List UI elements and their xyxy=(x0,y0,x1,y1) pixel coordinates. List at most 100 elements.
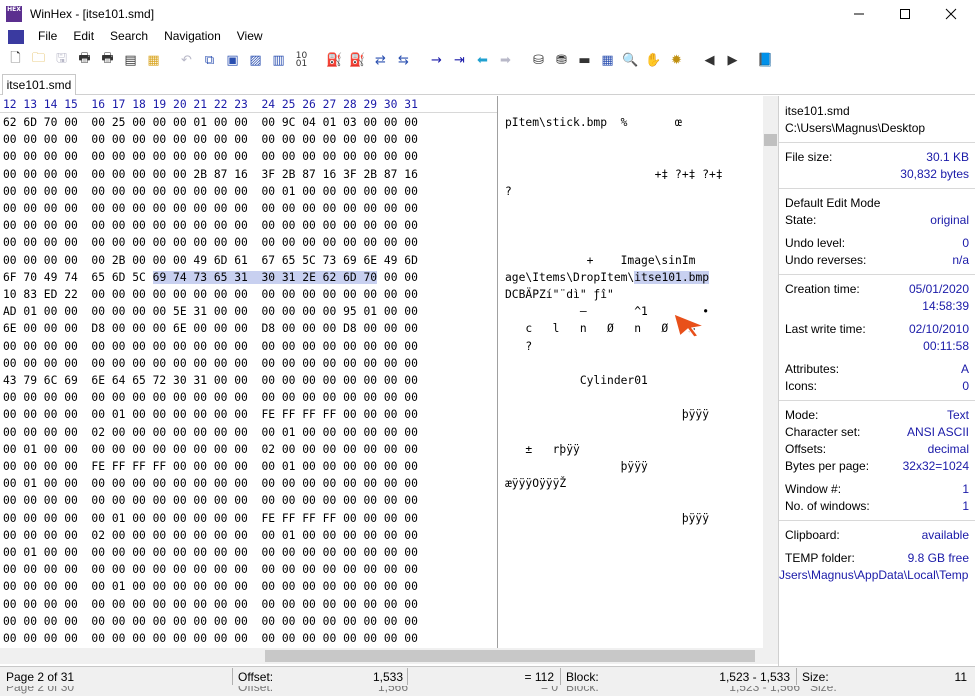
hex-row[interactable]: 00 00 00 00 00 2B 00 00 00 49 6D 61 67 6… xyxy=(3,252,418,269)
text-row[interactable]: +‡ ?+‡ ?+‡ xyxy=(505,166,723,183)
hex-row[interactable]: 00 00 00 00 00 01 00 00 00 00 00 00 FE F… xyxy=(3,406,418,423)
text-row[interactable]: þÿÿÿ xyxy=(505,510,709,527)
magnifier-icon[interactable]: 🔍 xyxy=(619,49,642,71)
hex-row[interactable]: 00 00 00 00 00 00 00 00 00 00 00 00 00 0… xyxy=(3,596,418,613)
horizontal-scrollbar[interactable] xyxy=(0,648,778,664)
hex-row[interactable]: 00 00 00 00 00 00 00 00 00 00 00 00 00 0… xyxy=(3,217,418,234)
hex-row[interactable]: 00 01 00 00 00 00 00 00 00 00 00 00 00 0… xyxy=(3,475,418,492)
goto-page-icon[interactable]: ⇥ xyxy=(448,49,471,71)
text-row[interactable]: ± rþÿÿ xyxy=(505,441,579,458)
text-row[interactable]: age\Items\DropItem\itse101.bmp xyxy=(505,269,710,286)
hex-row[interactable]: 43 79 6C 69 6E 64 65 72 30 31 00 00 00 0… xyxy=(3,372,418,389)
undo-icon[interactable]: ↶ xyxy=(175,49,198,71)
hex-row[interactable]: 00 00 00 00 00 00 00 00 00 00 00 00 00 0… xyxy=(3,338,418,355)
text-selection[interactable]: itse101.bmp xyxy=(634,270,710,284)
hex-row[interactable]: 00 00 00 00 00 00 00 00 00 00 00 00 00 0… xyxy=(3,613,418,630)
hex-row[interactable]: 00 00 00 00 00 01 00 00 00 00 00 00 FE F… xyxy=(3,510,418,527)
window-title: WinHex - [itse101.smd] xyxy=(30,6,155,21)
text-row[interactable]: DCBÄPZí"¨dì" ƒî" xyxy=(505,286,614,303)
new-file-icon[interactable]: 🗋 xyxy=(4,49,27,71)
text-row[interactable]: ? xyxy=(505,338,532,355)
goto-offset-icon[interactable]: → xyxy=(425,49,448,71)
hex-selection[interactable]: 69 74 73 65 31 30 31 2E 62 6D 70 xyxy=(152,270,378,284)
hex-row[interactable]: 00 00 00 00 00 00 00 00 00 2B 87 16 3F 2… xyxy=(3,166,418,183)
minimize-button[interactable] xyxy=(836,0,882,27)
hex-row[interactable]: 00 00 00 00 00 00 00 00 00 00 00 00 00 0… xyxy=(3,131,418,148)
hex-row[interactable]: 00 00 00 00 00 00 00 00 00 00 00 00 00 0… xyxy=(3,389,418,406)
disk-icon[interactable]: ⛁ xyxy=(527,49,550,71)
hex-row[interactable]: 6F 70 49 74 65 6D 5C 69 74 73 65 31 30 3… xyxy=(3,269,418,286)
find-text-icon[interactable]: ⛽ xyxy=(323,49,346,71)
hex-row[interactable]: 00 00 00 00 00 00 00 00 00 00 00 00 00 0… xyxy=(3,234,418,251)
hex-row[interactable]: 00 00 00 00 00 00 00 00 00 00 00 00 00 0… xyxy=(3,492,418,509)
copy-icon[interactable]: ⧉ xyxy=(198,49,221,71)
hex-row[interactable]: 00 00 00 00 00 00 00 00 00 00 00 00 00 0… xyxy=(3,200,418,217)
calculator-icon[interactable]: ▦ xyxy=(596,49,619,71)
text-row[interactable]: æÿÿÿOÿÿÿŽ xyxy=(505,475,566,492)
text-pane[interactable]: pItem\stick.bmp % œ +‡ ?+‡ ?+‡? + Image\… xyxy=(498,96,764,648)
disk-clone-icon[interactable]: ⛃ xyxy=(550,49,573,71)
hex-row[interactable]: 00 00 00 00 02 00 00 00 00 00 00 00 00 0… xyxy=(3,424,418,441)
previous-icon[interactable]: ◀ xyxy=(698,49,721,71)
hex-row[interactable]: 00 00 00 00 FE FF FF FF 00 00 00 00 00 0… xyxy=(3,458,418,475)
find-hex-icon[interactable]: ⛽ xyxy=(346,49,369,71)
settings-gear-icon[interactable]: ✹ xyxy=(665,49,688,71)
hex-row[interactable]: 00 01 00 00 00 00 00 00 00 00 00 00 00 0… xyxy=(3,544,418,561)
hex-row[interactable]: 6E 00 00 00 D8 00 00 00 6E 00 00 00 D8 0… xyxy=(3,320,418,337)
info-undo-reverses: Undo reverses: n/a xyxy=(785,253,969,267)
hex-row[interactable]: 00 00 00 00 00 00 00 00 00 00 00 00 00 0… xyxy=(3,561,418,578)
menu-navigation[interactable]: Navigation xyxy=(156,27,229,46)
hex-row[interactable]: 00 00 00 00 00 00 00 00 00 00 00 00 00 0… xyxy=(3,148,418,165)
text-row[interactable]: þÿÿÿ xyxy=(505,458,648,475)
copy-block-icon[interactable]: ▣ xyxy=(221,49,244,71)
disabled-tool-icon[interactable]: ✋ xyxy=(642,49,665,71)
text-row[interactable]: c l n Ø n Ø Ø xyxy=(505,320,695,337)
hex-pane[interactable]: 12 13 14 15 16 17 18 19 20 21 22 23 24 2… xyxy=(0,96,498,648)
open-folder-icon[interactable]: 🗀 xyxy=(27,49,50,71)
document-icon[interactable] xyxy=(8,29,24,44)
tab-itse101[interactable]: itse101.smd xyxy=(2,74,76,95)
text-row[interactable]: ? xyxy=(505,183,512,200)
info-file-size: File size: 30.1 KB xyxy=(785,150,969,164)
ram-icon[interactable]: ▬ xyxy=(573,49,596,71)
text-row[interactable]: pItem\stick.bmp % œ xyxy=(505,114,682,131)
close-button[interactable] xyxy=(928,0,974,27)
open-disk-icon[interactable]: ▦ xyxy=(142,49,165,71)
paste-write-icon[interactable]: ▥ xyxy=(267,49,290,71)
properties-icon[interactable]: ▤ xyxy=(119,49,142,71)
hex-row[interactable]: 00 00 00 00 00 00 00 00 00 00 00 00 00 0… xyxy=(3,630,418,647)
print-preview-icon[interactable]: 🖶 xyxy=(96,49,119,71)
text-row[interactable]: + Image\sinIm xyxy=(505,252,696,269)
binary-edit-icon[interactable]: 10 01 xyxy=(290,49,313,71)
hex-row[interactable]: 00 00 00 00 00 01 00 00 00 00 00 00 00 0… xyxy=(3,578,418,595)
save-icon[interactable]: 🖫 xyxy=(50,49,73,71)
status-block-value: 1,523 - 1,533 xyxy=(719,670,790,684)
menu-view[interactable]: View xyxy=(229,27,271,46)
hex-row[interactable]: 62 6D 70 00 00 25 00 00 00 01 00 00 00 9… xyxy=(3,114,418,131)
horizontal-scroll-thumb[interactable] xyxy=(265,650,755,662)
hex-row[interactable]: 00 00 00 00 00 00 00 00 00 00 00 00 00 0… xyxy=(3,183,418,200)
text-row[interactable]: þÿÿÿ xyxy=(505,406,709,423)
hex-row[interactable]: 10 83 ED 22 00 00 00 00 00 00 00 00 00 0… xyxy=(3,286,418,303)
winhex-app-icon[interactable]: HEX xyxy=(6,5,22,22)
paste-icon[interactable]: ▨ xyxy=(244,49,267,71)
print-icon[interactable]: 🖶 xyxy=(73,49,96,71)
menu-search[interactable]: Search xyxy=(102,27,156,46)
info-creation-time: Creation time: 05/01/2020 xyxy=(785,282,969,296)
hex-row[interactable]: 00 00 00 00 02 00 00 00 00 00 00 00 00 0… xyxy=(3,527,418,544)
vertical-scrollbar[interactable] xyxy=(763,96,778,648)
help-book-icon[interactable]: 📘 xyxy=(754,49,777,71)
back-arrow-icon[interactable]: ⬅ xyxy=(471,49,494,71)
forward-arrow-icon[interactable]: ➡ xyxy=(494,49,517,71)
replace-hex-icon[interactable]: ⇆ xyxy=(392,49,415,71)
hex-row[interactable]: AD 01 00 00 00 00 00 00 5E 31 00 00 00 0… xyxy=(3,303,418,320)
hex-row[interactable]: 00 01 00 00 00 00 00 00 00 00 00 00 02 0… xyxy=(3,441,418,458)
vertical-scroll-thumb[interactable] xyxy=(764,134,777,146)
maximize-button[interactable] xyxy=(882,0,928,27)
menu-file[interactable]: File xyxy=(30,27,65,46)
next-icon[interactable]: ▶ xyxy=(721,49,744,71)
replace-text-icon[interactable]: ⇄ xyxy=(369,49,392,71)
menu-edit[interactable]: Edit xyxy=(65,27,102,46)
hex-row[interactable]: 00 00 00 00 00 00 00 00 00 00 00 00 00 0… xyxy=(3,355,418,372)
text-row[interactable]: Cylinder01 xyxy=(505,372,648,389)
